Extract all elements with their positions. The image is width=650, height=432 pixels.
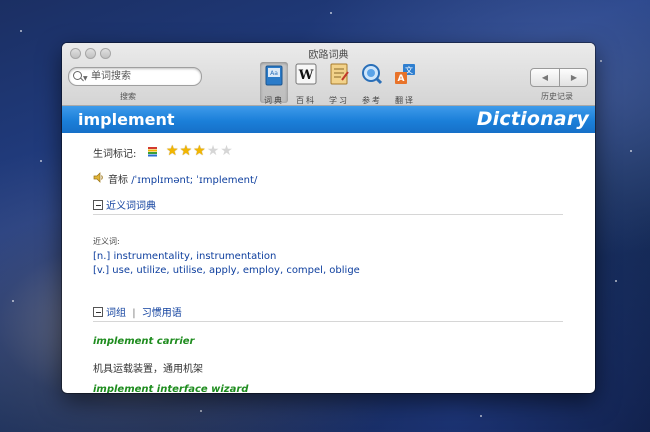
star-icon[interactable]: ★ (207, 144, 220, 158)
tool-translate[interactable]: 文 A 翻译 (392, 63, 418, 106)
history-label: 历史记录 (541, 92, 573, 101)
svg-text:A: A (398, 74, 405, 84)
synonyms-noun-line[interactable]: [n.] instrumentality, instrumentation (93, 251, 276, 262)
rating-stars[interactable]: ★★★★★ (166, 144, 234, 158)
collapse-icon[interactable] (93, 307, 103, 317)
window-title: 欧路词典 (308, 50, 349, 61)
phrase-item[interactable]: implement carrier (93, 336, 194, 347)
collapse-icon[interactable] (93, 200, 103, 210)
dictionary-icon: Aa (265, 65, 283, 86)
tool-study-label: 学习 (329, 96, 349, 105)
phrases-section-header[interactable]: 词组 | 习惯用语 (93, 304, 182, 319)
phonetic-label: 音标 (108, 175, 128, 186)
word-tag-label: 生词标记: (93, 149, 137, 160)
phrases-title[interactable]: 词组 (106, 308, 126, 319)
svg-text:W: W (298, 68, 314, 83)
headword: implement (78, 110, 175, 129)
star-icon[interactable]: ★ (166, 144, 179, 158)
entry-banner: implement Dictionary (62, 106, 595, 133)
tool-wikipedia-label: 百科 (296, 96, 316, 105)
star-icon[interactable]: ★ (180, 144, 193, 158)
titlebar: 欧路词典 ▼ 搜索 Aa 词典 W 百科 (62, 43, 595, 106)
search-icon[interactable] (73, 71, 82, 80)
phrases-separator: | (132, 308, 136, 319)
dictionary-window: 欧路词典 ▼ 搜索 Aa 词典 W 百科 (62, 43, 595, 393)
dictionary-name: Dictionary (476, 108, 589, 130)
phrase-definition: 机具运载装置，通用机架 (93, 364, 203, 375)
synonyms-title[interactable]: 近义词词典 (106, 201, 156, 212)
history-back-button[interactable]: ◀ (531, 69, 559, 86)
synonyms-label: 近义词: (93, 237, 120, 246)
star-icon[interactable]: ★ (193, 144, 206, 158)
study-icon (330, 63, 349, 85)
section-divider (93, 321, 563, 322)
synonyms-section-header[interactable]: 近义词词典 (93, 197, 156, 212)
synonyms-verb-line[interactable]: [v.] use, utilize, utilise, apply, emplo… (93, 265, 360, 276)
wikipedia-icon: W (295, 63, 317, 85)
search-menu-caret-icon[interactable]: ▼ (83, 75, 88, 82)
idioms-title[interactable]: 习惯用语 (142, 308, 182, 319)
translate-icon: 文 A (395, 64, 415, 84)
reference-icon (362, 64, 383, 85)
entry-content: 生词标记: ★★★★★ 音标 /ˈɪmplɪmənt; ˈɪmplement/ … (62, 133, 595, 393)
history-nav: ◀ ▶ (530, 68, 588, 87)
tool-study[interactable]: 学习 (326, 63, 352, 106)
tool-translate-label: 翻译 (395, 96, 415, 105)
phonetic-text: /ˈɪmplɪmənt; ˈɪmplement/ (131, 175, 258, 186)
tool-reference[interactable]: 参考 (359, 63, 385, 106)
search-input[interactable] (91, 69, 195, 83)
tool-dictionary-label: 词典 (264, 96, 284, 105)
tool-dictionary[interactable]: Aa 词典 (260, 62, 288, 105)
svg-text:Aa: Aa (270, 70, 278, 77)
search-label: 搜索 (120, 92, 136, 101)
tool-reference-label: 参考 (362, 96, 382, 105)
tool-wikipedia[interactable]: W 百科 (293, 63, 319, 106)
search-field[interactable]: ▼ (68, 67, 202, 86)
history-forward-button[interactable]: ▶ (560, 69, 588, 86)
speaker-icon[interactable] (93, 172, 105, 183)
phrase-item[interactable]: implement interface wizard (93, 384, 248, 393)
star-icon[interactable]: ★ (220, 144, 233, 158)
word-tag-color-icon[interactable] (148, 147, 157, 157)
section-divider (93, 214, 563, 215)
